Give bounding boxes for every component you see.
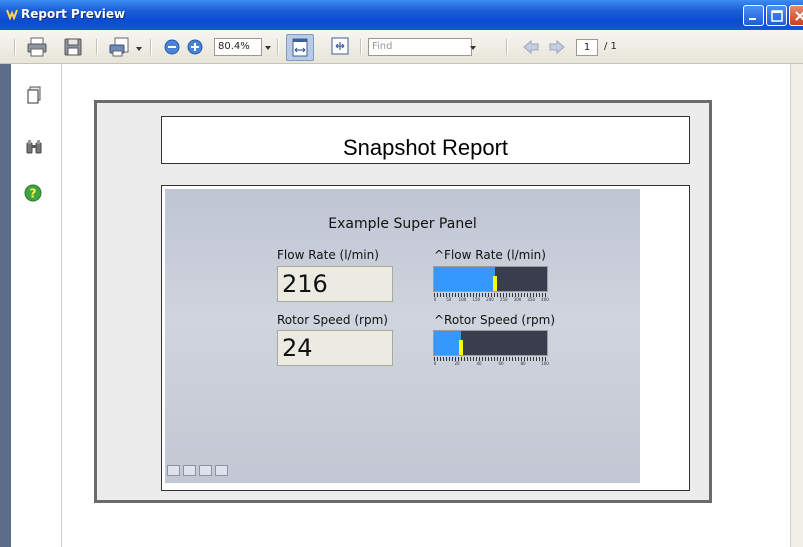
printer-icon	[27, 37, 47, 57]
help-icon[interactable]: ?	[24, 184, 42, 202]
vertical-scrollbar[interactable]	[790, 64, 803, 547]
previous-page-button[interactable]	[522, 39, 540, 61]
fit-width-button[interactable]	[286, 34, 314, 61]
flow-gauge-fill	[434, 267, 495, 291]
side-panel: ?	[0, 64, 62, 547]
toolbar-separator	[506, 39, 508, 55]
scale-tick-label: 50	[446, 297, 452, 302]
scale-tick-label: 250	[499, 297, 508, 302]
flow-gauge-label: ^Flow Rate (l/min)	[434, 248, 546, 262]
scale-tick-label: 150	[472, 297, 481, 302]
window-title: Report Preview	[21, 7, 126, 21]
report-preview-window: Report Preview 80.4% Find 1 / 1 ? Snapsh…	[0, 0, 803, 547]
find-input[interactable]: Find	[368, 38, 472, 56]
report-title-box: Snapshot Report	[161, 116, 690, 164]
zoom-in-icon	[187, 39, 203, 55]
flow-gauge-needle	[493, 276, 497, 291]
fit-width-icon	[292, 38, 308, 57]
find-dropdown-icon[interactable]	[470, 46, 476, 50]
zoom-out-icon	[164, 39, 180, 55]
panel-page-button[interactable]	[215, 465, 228, 476]
scale-tick-label: 300	[513, 297, 522, 302]
scale-tick-label: 350	[527, 297, 536, 302]
rotor-gauge-fill	[434, 331, 461, 355]
report-title: Snapshot Report	[342, 135, 509, 160]
scale-tick-label: 80	[520, 361, 526, 366]
toolbar-separator	[96, 39, 98, 55]
flow-rate-value: 216	[277, 266, 393, 302]
fit-page-icon	[331, 37, 349, 55]
print-button[interactable]	[26, 36, 48, 58]
panel-page-buttons	[167, 465, 229, 477]
toolbar-separator	[277, 39, 279, 55]
flow-rate-label: Flow Rate (l/min)	[277, 248, 379, 262]
panel-page-button[interactable]	[199, 465, 212, 476]
flow-rate-bar-gauge	[433, 266, 548, 292]
svg-text:?: ?	[30, 187, 37, 201]
toolbar-separator	[14, 39, 16, 55]
scale-tick-label: 0	[433, 361, 437, 366]
binoculars-icon[interactable]	[25, 139, 43, 155]
maximize-button[interactable]	[766, 5, 787, 26]
close-button[interactable]	[789, 5, 803, 26]
zoom-dropdown-icon[interactable]	[265, 46, 271, 50]
zoom-out-button[interactable]	[164, 39, 180, 61]
fit-page-button[interactable]	[330, 36, 350, 58]
panel-title: Example Super Panel	[328, 216, 477, 232]
flow-gauge-scale: 0 50 100 150 200 250 300 350 400	[433, 293, 549, 303]
toolbar: 80.4% Find 1 / 1	[0, 30, 803, 64]
scale-tick-label: 200	[486, 297, 494, 302]
scale-tick-label: 60	[498, 361, 504, 366]
floppy-disk-icon	[64, 38, 82, 56]
minimize-button[interactable]	[743, 5, 764, 26]
zoom-level-field[interactable]: 80.4%	[214, 38, 262, 56]
zoom-in-button[interactable]	[187, 39, 203, 61]
page-setup-button[interactable]	[108, 36, 132, 58]
scale-tick-label: 400	[541, 297, 549, 302]
rotor-speed-value: 24	[277, 330, 393, 366]
sidebar-strip	[0, 64, 11, 547]
rotor-speed-bar-gauge	[433, 330, 548, 356]
next-page-button[interactable]	[548, 39, 566, 61]
report-app-icon	[6, 9, 18, 20]
super-panel: Example Super Panel Flow Rate (l/min) 21…	[165, 189, 640, 483]
toolbar-separator	[360, 39, 362, 55]
rotor-gauge-needle	[459, 340, 463, 355]
minimize-icon	[749, 18, 756, 20]
scale-tick-label: 20	[454, 361, 460, 366]
panel-page-button[interactable]	[183, 465, 196, 476]
arrow-left-icon	[523, 39, 539, 55]
page-number-input[interactable]: 1	[576, 39, 598, 56]
maximize-icon	[771, 10, 783, 22]
save-button[interactable]	[62, 36, 84, 58]
close-icon	[795, 11, 803, 21]
page-setup-dropdown-icon[interactable]	[136, 47, 142, 51]
page-total-label: / 1	[604, 41, 617, 52]
arrow-right-icon	[549, 39, 565, 55]
scale-tick-label: 100	[458, 297, 467, 302]
rotor-speed-label: Rotor Speed (rpm)	[277, 313, 388, 327]
scale-tick-label: 40	[476, 361, 482, 366]
scale-tick-label: 100	[541, 361, 549, 366]
scale-tick-label: 0	[433, 297, 437, 302]
scale-ticks	[434, 357, 546, 361]
rotor-gauge-scale: 0 20 40 60 80 100	[433, 357, 549, 367]
title-bar[interactable]: Report Preview	[0, 0, 803, 30]
page-setup-icon	[109, 37, 129, 57]
panel-page-button[interactable]	[167, 465, 180, 476]
toolbar-separator	[150, 39, 152, 55]
pages-icon[interactable]	[26, 86, 42, 104]
rotor-gauge-label: ^Rotor Speed (rpm)	[434, 313, 556, 327]
